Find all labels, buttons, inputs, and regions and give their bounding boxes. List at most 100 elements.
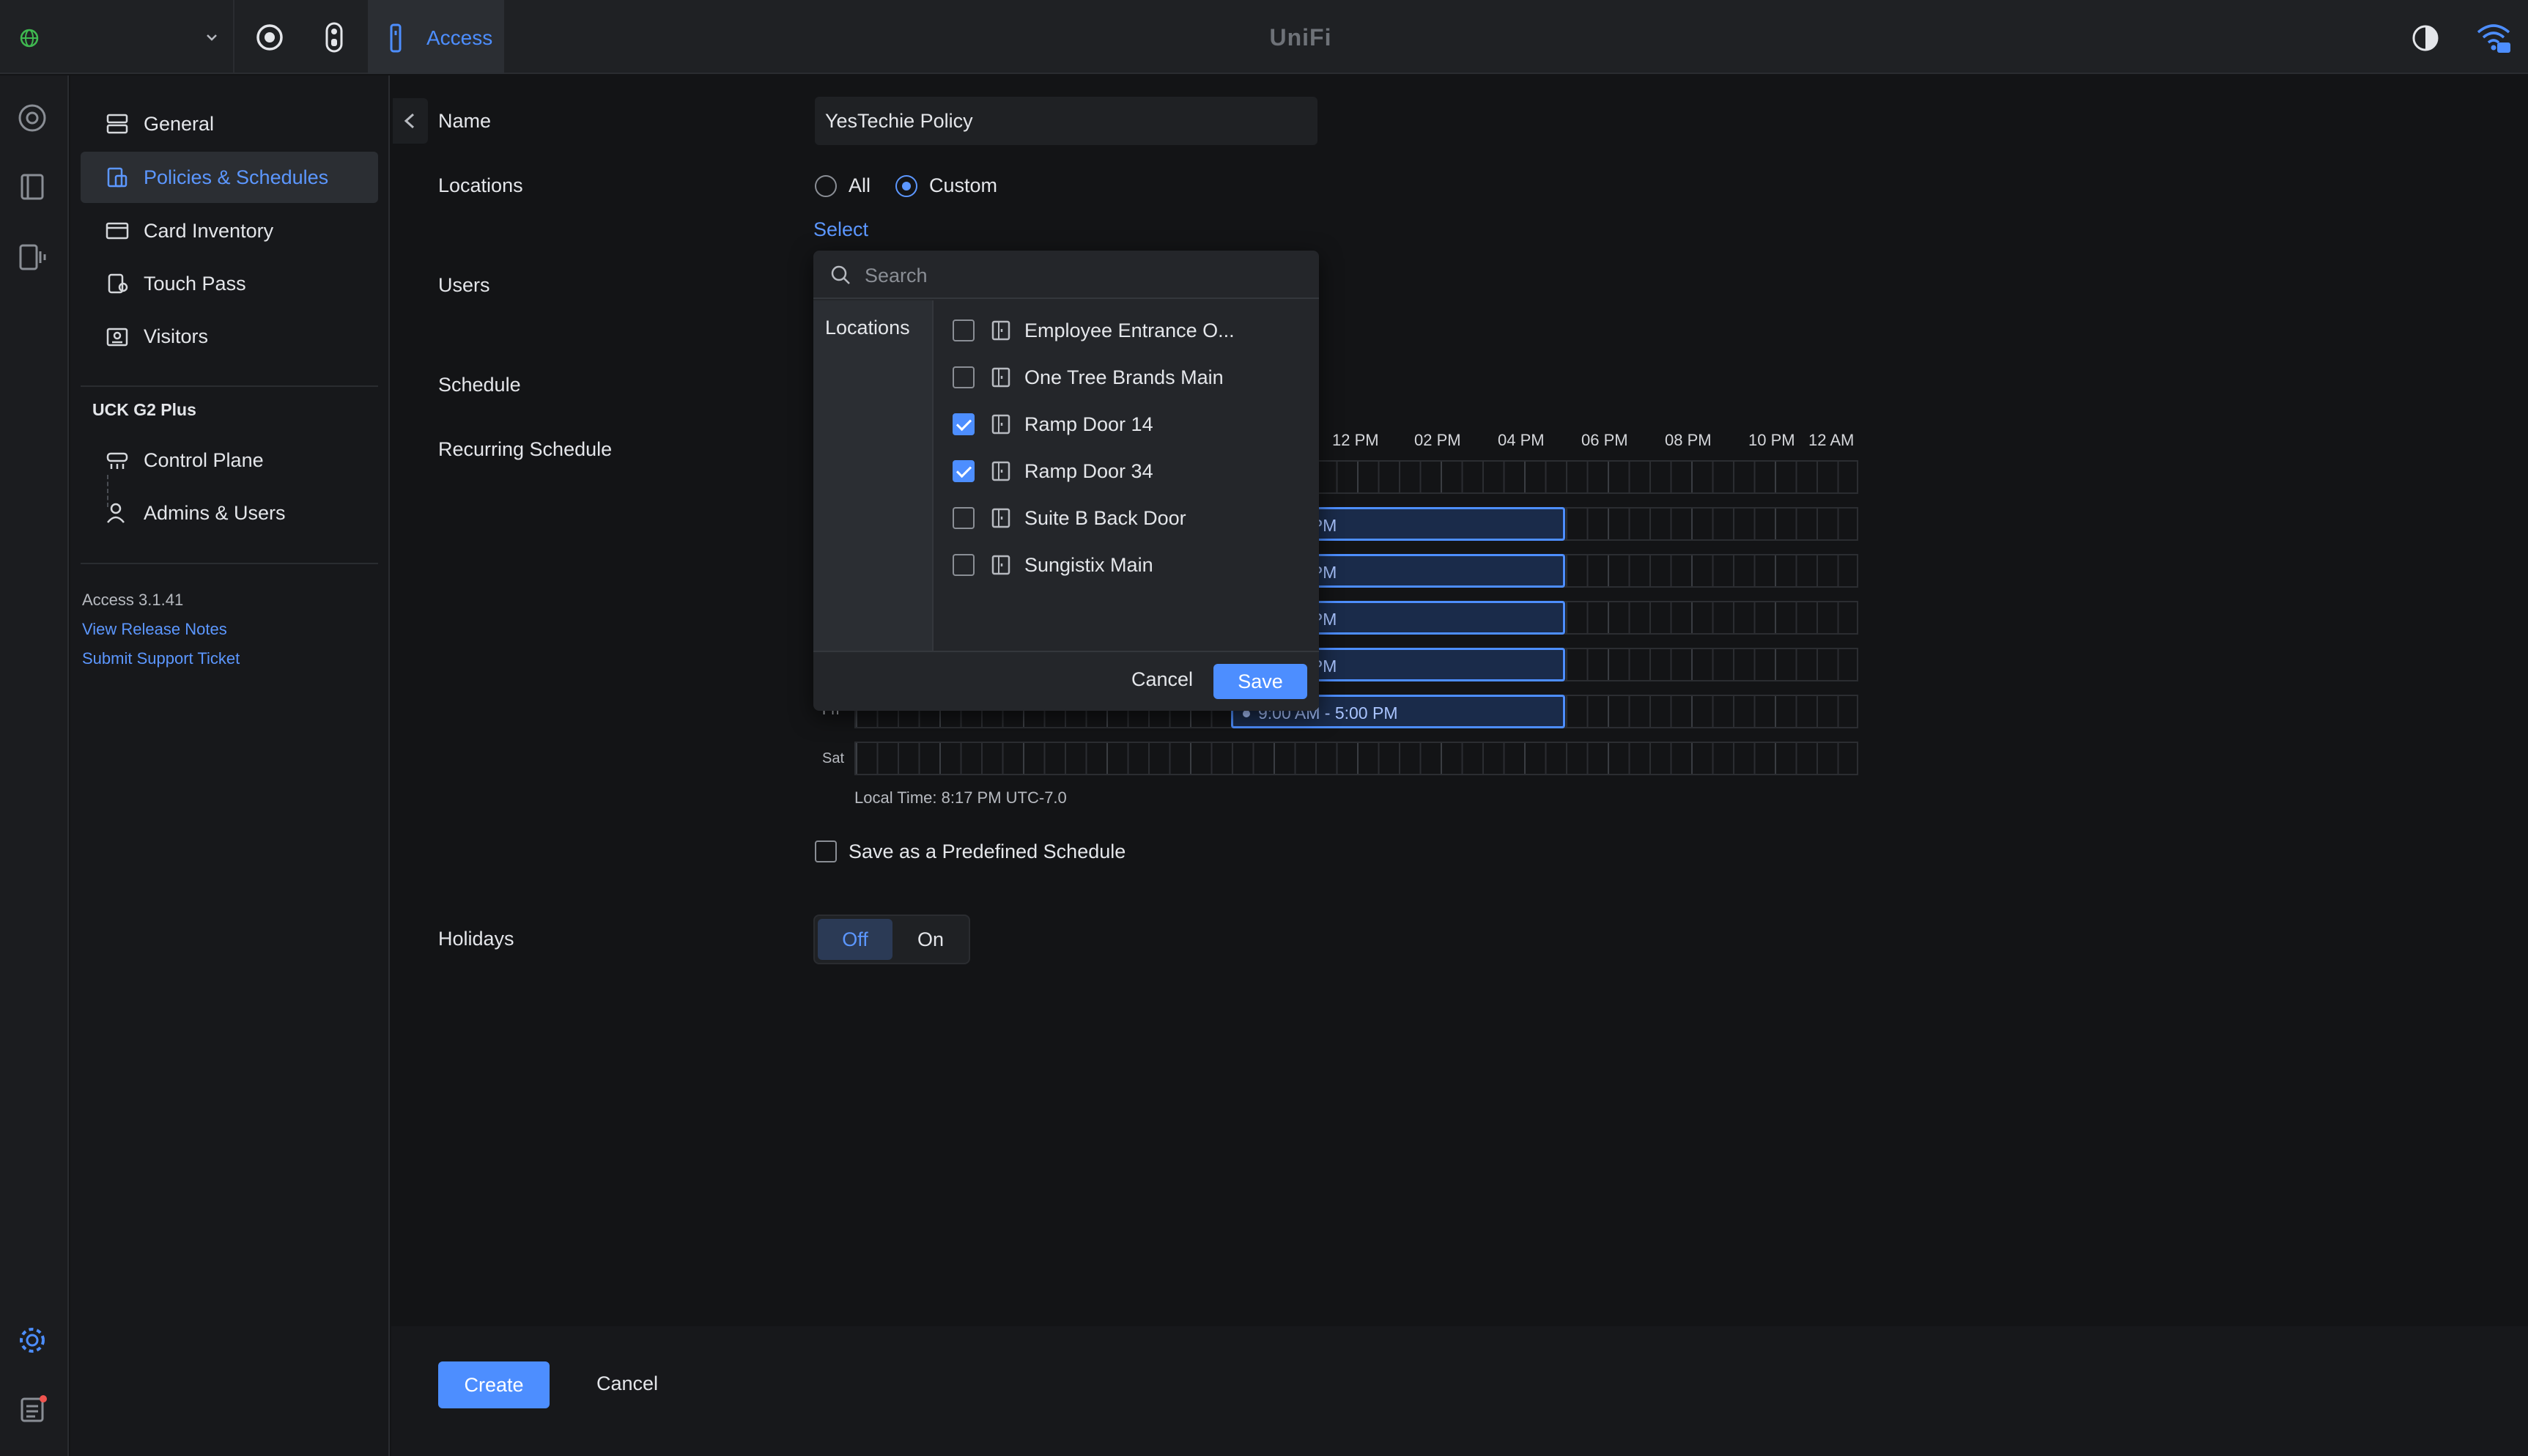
- day-label-sat: Sat: [822, 750, 845, 766]
- sidebar-item-label: Control Plane: [144, 449, 264, 471]
- locations-dropdown: Locations Employee Entrance O... One Tre…: [813, 251, 1319, 711]
- dropdown-cancel-button[interactable]: Cancel: [1131, 668, 1193, 691]
- protect-icon: [256, 23, 283, 51]
- locations-custom-label: Custom: [929, 174, 998, 196]
- time-label: 02 PM: [1414, 431, 1461, 449]
- access-app-tab[interactable]: Access: [368, 0, 504, 74]
- door-icon: [991, 367, 1010, 388]
- control-plane-icon: [106, 452, 128, 469]
- sidebar-item-visitors[interactable]: Visitors: [81, 311, 378, 362]
- sidebar-item-label: Admins & Users: [144, 502, 286, 524]
- category-locations[interactable]: Locations: [825, 317, 910, 339]
- location-checkbox[interactable]: [953, 366, 975, 388]
- door-icon: [991, 508, 1010, 528]
- policy-icon: [107, 167, 127, 188]
- location-option-label: Ramp Door 14: [1024, 413, 1153, 435]
- dropdown-category-list: Locations: [813, 300, 934, 651]
- sidebar-item-label: General: [144, 113, 215, 135]
- top-bar: Access UniFi: [0, 0, 2528, 74]
- local-time-text: Local Time: 8:17 PM UTC-7.0: [854, 788, 1067, 807]
- locations-label: Locations: [438, 174, 523, 196]
- sidebar-item-admins-users[interactable]: Admins & Users: [81, 487, 378, 539]
- time-label: 12 PM: [1332, 431, 1379, 449]
- doorbell-app-button[interactable]: [302, 0, 366, 74]
- notifications-icon[interactable]: [16, 1393, 48, 1425]
- sidebar-item-touch-pass[interactable]: Touch Pass: [81, 258, 378, 309]
- globe-icon: [20, 29, 39, 48]
- access-reader-icon: [390, 23, 402, 53]
- dropdown-footer: Cancel Save: [813, 651, 1319, 711]
- time-label: 06 PM: [1581, 431, 1628, 449]
- location-option-label: Suite B Back Door: [1024, 507, 1186, 529]
- location-checkbox-checked[interactable]: [953, 413, 975, 435]
- location-checkbox[interactable]: [953, 554, 975, 576]
- location-option[interactable]: Ramp Door 14: [947, 403, 1310, 444]
- release-notes-link[interactable]: View Release Notes: [82, 620, 227, 639]
- protect-app-button[interactable]: [237, 0, 302, 74]
- dashboard-icon[interactable]: [16, 102, 48, 134]
- back-button[interactable]: [393, 98, 428, 144]
- location-option[interactable]: One Tree Brands Main: [947, 356, 1310, 397]
- settings-gear-icon[interactable]: [16, 1324, 48, 1356]
- sidebar-item-label: Touch Pass: [144, 273, 246, 295]
- site-selector[interactable]: [0, 0, 234, 74]
- chevron-down-icon: [207, 34, 217, 41]
- sidebar-item-label: Visitors: [144, 325, 209, 347]
- location-option[interactable]: Suite B Back Door: [947, 497, 1310, 538]
- predefined-schedule-checkbox[interactable]: [815, 840, 837, 862]
- visitor-icon: [106, 328, 128, 347]
- admins-icon: [107, 503, 125, 523]
- location-option-label: Employee Entrance O...: [1024, 319, 1235, 341]
- location-checkbox[interactable]: [953, 507, 975, 529]
- version-text: Access 3.1.41: [82, 591, 184, 609]
- door-icon: [991, 414, 1010, 435]
- locations-all-label: All: [849, 174, 871, 196]
- devices-icon[interactable]: [16, 171, 48, 203]
- sidebar-item-control-plane[interactable]: Control Plane: [81, 435, 378, 486]
- support-ticket-link[interactable]: Submit Support Ticket: [82, 649, 240, 668]
- cancel-button[interactable]: Cancel: [596, 1372, 658, 1395]
- sidebar-item-general[interactable]: General: [81, 98, 378, 149]
- time-label: 12 AM: [1808, 431, 1855, 449]
- door-icon: [991, 461, 1010, 481]
- sidebar-item-label: Card Inventory: [144, 220, 274, 242]
- chevron-left-icon: [404, 113, 415, 129]
- dropdown-search-input[interactable]: [865, 259, 1304, 292]
- wifi-icon[interactable]: [2475, 22, 2512, 54]
- touch-pass-icon: [108, 273, 128, 294]
- doorbell-icon: [325, 22, 343, 52]
- time-label: 04 PM: [1498, 431, 1545, 449]
- sidebar-item-card-inventory[interactable]: Card Inventory: [81, 205, 378, 256]
- locations-all-radio[interactable]: [815, 175, 837, 197]
- locations-custom-radio[interactable]: [895, 175, 917, 197]
- sidebar-divider: [81, 563, 378, 564]
- predefined-schedule-label: Save as a Predefined Schedule: [849, 840, 1126, 862]
- app-rail: [0, 75, 69, 1456]
- users-label: Users: [438, 274, 490, 296]
- holidays-toggle: Off On: [813, 914, 970, 964]
- contrast-icon[interactable]: [2411, 23, 2440, 53]
- holidays-off-option[interactable]: Off: [818, 919, 892, 960]
- create-button[interactable]: Create: [438, 1361, 550, 1408]
- dropdown-save-button[interactable]: Save: [1213, 664, 1307, 699]
- select-locations-link[interactable]: Select: [813, 218, 868, 241]
- location-option[interactable]: Sungistix Main: [947, 544, 1310, 585]
- recurring-schedule-label: Recurring Schedule: [438, 438, 613, 460]
- schedule-row-sat[interactable]: [854, 742, 1858, 775]
- holidays-on-option[interactable]: On: [894, 919, 967, 960]
- device-heading: UCK G2 Plus: [92, 400, 196, 419]
- sidebar-divider: [81, 385, 378, 387]
- logs-icon[interactable]: [16, 241, 48, 273]
- holidays-label: Holidays: [438, 928, 514, 950]
- location-checkbox-checked[interactable]: [953, 460, 975, 482]
- door-icon: [991, 320, 1010, 341]
- sidebar-item-policies[interactable]: Policies & Schedules: [81, 152, 378, 203]
- dropdown-search-bar: [813, 251, 1319, 299]
- time-label: 10 PM: [1748, 431, 1795, 449]
- location-option[interactable]: Ramp Door 34: [947, 450, 1310, 491]
- location-checkbox[interactable]: [953, 319, 975, 341]
- name-label: Name: [438, 110, 492, 132]
- policy-name-input[interactable]: YesTechie Policy: [815, 97, 1317, 145]
- location-option[interactable]: Employee Entrance O...: [947, 309, 1310, 350]
- location-option-label: Sungistix Main: [1024, 554, 1153, 576]
